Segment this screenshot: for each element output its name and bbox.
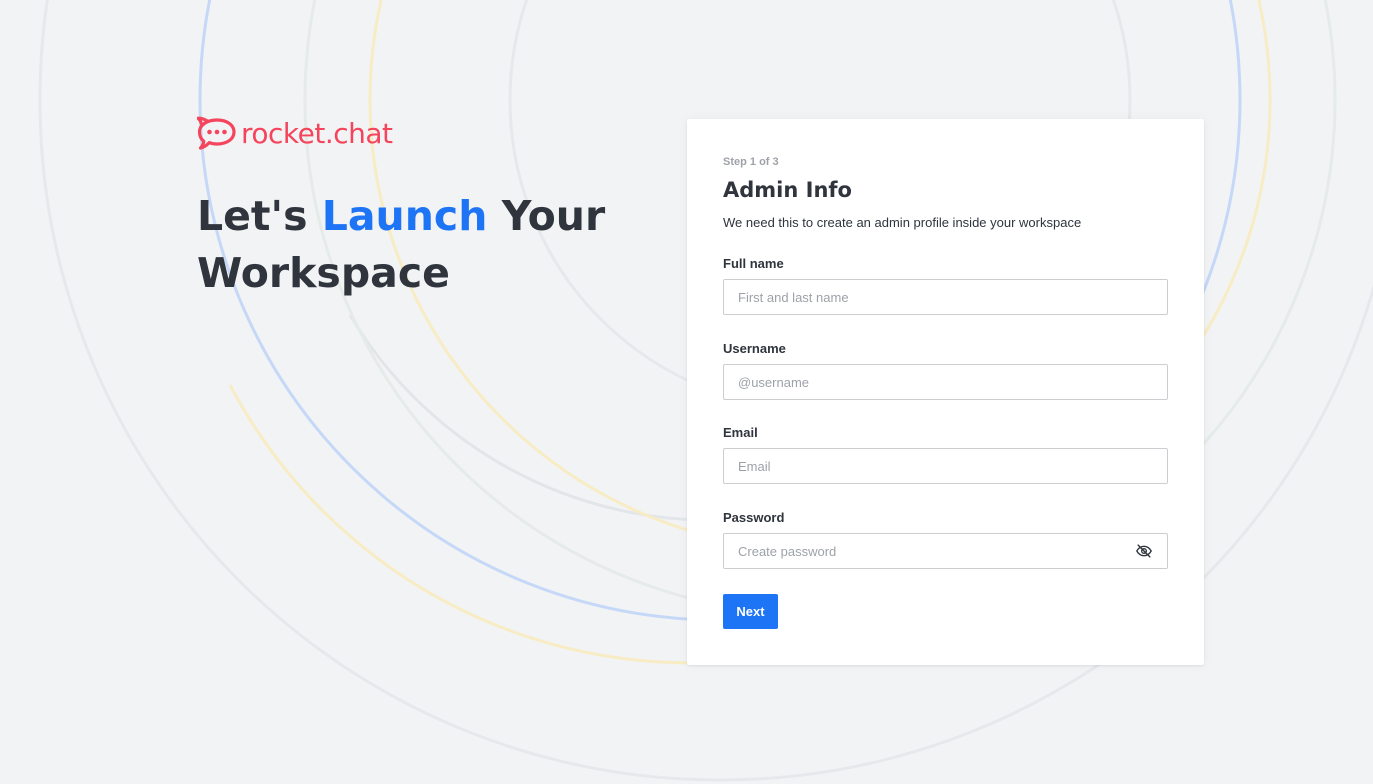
username-label: Username [723,341,786,356]
headline-accent: Launch [321,192,488,240]
password-label: Password [723,510,785,525]
page-headline: Let's Launch Your Workspace [197,188,637,302]
brand-logo: rocket.chat [197,116,393,152]
email-input[interactable] [738,458,1153,474]
headline-part-1: Let's [197,192,322,240]
password-field: Password [723,510,1168,569]
rocket-chat-logo-icon [197,116,236,150]
step-indicator: Step 1 of 3 [723,156,779,168]
password-input-box[interactable] [723,533,1168,569]
eye-off-icon[interactable] [1135,542,1153,560]
username-input-box[interactable] [723,364,1168,400]
username-field: Username [723,341,1168,400]
email-input-box[interactable] [723,448,1168,484]
setup-wizard-page: rocket.chat Let's Launch Your Workspace … [0,0,1373,784]
form-subtitle: We need this to create an admin profile … [723,215,1082,230]
fullname-label: Full name [723,256,784,271]
form-title: Admin Info [723,178,852,202]
username-input[interactable] [738,374,1153,390]
admin-info-card: Step 1 of 3 Admin Info We need this to c… [687,119,1204,665]
email-label: Email [723,425,758,440]
fullname-field: Full name [723,256,1168,315]
fullname-input-box[interactable] [723,279,1168,315]
next-button[interactable]: Next [723,594,778,629]
fullname-input[interactable] [738,289,1153,305]
brand-name: rocket.chat [241,117,393,150]
email-field: Email [723,425,1168,484]
password-input[interactable] [738,543,1135,559]
